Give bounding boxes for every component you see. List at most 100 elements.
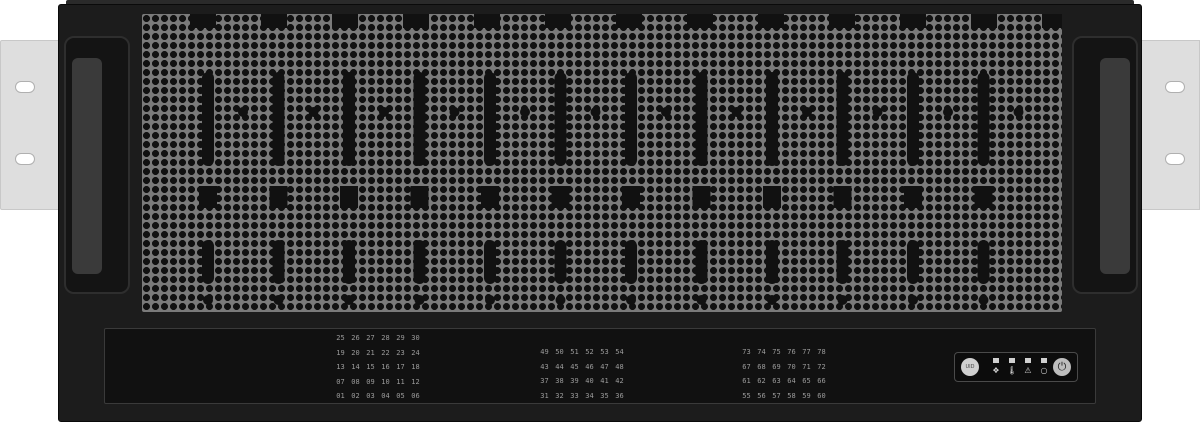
bay-row: 19 20 21 22 23 24 [333,346,423,361]
bay-label: 51 [570,348,579,356]
status-icon: ○ [1040,366,1048,375]
power-button[interactable]: ⏻ [1053,358,1071,376]
bay-label: 33 [570,391,579,400]
round-cutout [696,295,707,305]
left-handle[interactable] [64,36,130,294]
bay-label: 66 [817,377,826,385]
bay-row: 07 08 09 10 11 12 [333,375,423,390]
bay-group-center: 49 50 51 52 53 54 43 44 45 46 47 48 37 38 39 40 41 42 31 32… [537,345,627,403]
bay-label: 77 [802,348,811,356]
square-cutout [199,186,217,208]
bay-label: 55 [742,391,751,400]
bay-label: 09 [366,377,375,386]
temperature-led [1009,358,1015,363]
top-notch [758,14,784,28]
top-notch [545,14,571,28]
bay-label: 27 [366,334,375,342]
top-notch [403,14,429,28]
bay-label: 62 [757,377,766,385]
bay-label: 30 [411,334,420,342]
upper-slot [977,72,990,166]
bay-label: 22 [381,348,390,357]
bay-label: 36 [615,391,624,400]
bay-row: 43 44 45 46 47 48 [537,360,627,375]
bay-label: 14 [351,363,360,371]
bay-row: 01 02 03 04 05 06 [333,389,423,404]
round-cutout [238,107,248,117]
bay-label: 15 [366,363,375,371]
bay-row: 61 62 63 64 65 66 [739,374,829,389]
bay-row: 67 68 69 70 71 72 [739,360,829,375]
top-notch [616,14,642,28]
top-notch [829,14,855,28]
round-cutout [485,295,495,305]
right-rack-ear [1136,40,1200,210]
bay-label: 44 [555,362,564,371]
control-panel: UID ❖ 🌡 ⚠ ○ ⏻ [954,352,1078,382]
status-led [1041,358,1047,363]
bay-label: 13 [336,363,345,371]
bay-label: 40 [585,377,594,385]
bay-label: 65 [802,377,811,385]
uid-button[interactable]: UID [961,358,979,376]
bay-label: 69 [772,362,781,371]
round-cutout [802,107,812,117]
square-cutout [974,186,993,208]
round-cutout [555,295,566,305]
mount-hole [15,81,35,93]
bay-row: 25 26 27 28 29 30 [333,331,423,346]
top-notch [190,14,216,28]
thermometer-icon: 🌡 [1007,366,1018,375]
bay-label: 53 [600,348,609,356]
lower-slot [272,240,285,284]
bay-label: 01 [336,392,345,400]
bay-label: 64 [787,377,796,385]
bay-row: 31 32 33 34 35 36 [537,389,627,404]
bay-label: 07 [336,377,345,386]
round-cutout [626,295,636,305]
round-cutout [379,107,389,117]
upper-slot [413,72,426,166]
square-cutout [269,186,288,208]
bay-label: 11 [396,377,405,386]
bay-label: 67 [742,362,751,371]
upper-slot [484,72,496,166]
top-notch [900,14,926,28]
top-notch [971,14,997,28]
bay-label: 78 [817,348,826,356]
bay-label: 70 [787,362,796,371]
drive-bay-panel: 25 26 27 28 29 30 19 20 21 22 23 24 13 14 15 16 17 18 07 08… [104,328,1096,404]
mount-hole [15,153,35,165]
handle-grip [72,58,102,274]
bay-label: 29 [396,334,405,342]
lower-slot [625,240,637,284]
upper-slot [272,72,285,166]
lower-slot [484,240,496,284]
lower-slot [907,240,919,284]
round-cutout [908,295,918,305]
lower-slot [766,240,778,284]
bay-label: 49 [540,348,549,356]
bay-label: 48 [615,362,624,371]
right-handle[interactable] [1072,36,1138,294]
bay-row: 55 56 57 58 59 60 [739,389,829,404]
round-cutout [837,295,848,305]
lower-slot [413,240,426,284]
bay-label: 58 [787,391,796,400]
bay-label: 35 [600,391,609,400]
bay-label: 43 [540,362,549,371]
bay-label: 21 [366,348,375,357]
top-notch [1042,14,1062,28]
bay-label: 75 [772,348,781,356]
bay-label: 59 [802,391,811,400]
round-cutout [590,107,601,117]
lower-slot [836,240,849,284]
bay-label: 06 [411,392,420,400]
bay-label: 50 [555,348,564,356]
upper-slot [695,72,708,166]
round-cutout [731,107,742,117]
bay-label: 38 [555,377,564,385]
bay-label: 26 [351,334,360,342]
top-notch [261,14,287,28]
round-cutout [520,107,530,117]
